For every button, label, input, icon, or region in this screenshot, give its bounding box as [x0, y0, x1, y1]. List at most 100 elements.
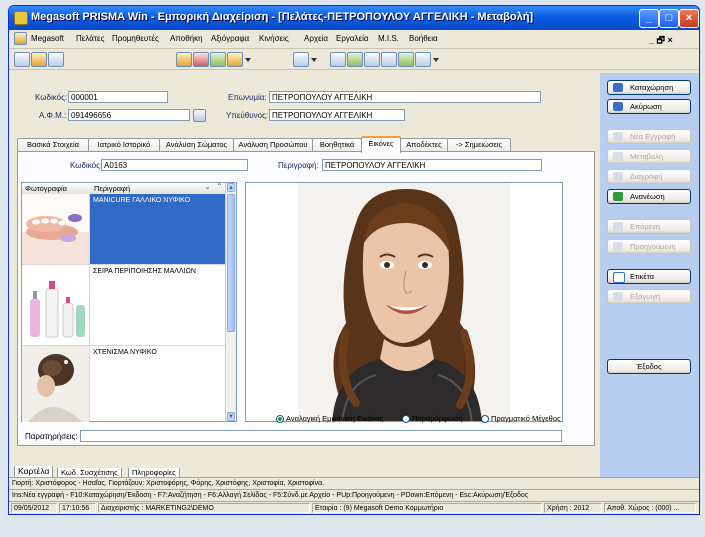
menu-customers[interactable]: Πελάτες — [76, 34, 104, 43]
info-icon[interactable] — [415, 52, 431, 67]
label-button[interactable]: Ετικέτα — [607, 269, 691, 284]
tab-images[interactable]: Εικόνες — [361, 136, 401, 153]
report-icon[interactable] — [176, 52, 192, 67]
mdi-child-icon — [14, 32, 27, 45]
menu-help[interactable]: Βοήθεια — [409, 34, 438, 43]
name-field[interactable]: ΠΕΤΡΟΠΟΥΛΟΥ ΑΓΓΕΛΙΚΗ — [269, 91, 541, 103]
nameday-bar: Γιορτή: Χριστόφορος - Ησαΐας. Γιορτάζουν… — [9, 477, 699, 489]
delete-button[interactable]: Διαγραφή — [607, 169, 691, 184]
exit-button[interactable]: Έξοδος — [607, 359, 691, 374]
shortcuts-bar: Ins:Νέα εγγραφή - F10:Καταχώρηση/Έκδοση … — [9, 489, 699, 501]
print-icon[interactable] — [193, 52, 209, 67]
radio-dot[interactable] — [481, 415, 489, 423]
bottom-tab-strip: Καρτέλα Κωδ. Συσχέτισης Πληροφορίες — [9, 446, 600, 480]
tab-face-analysis[interactable]: Ανάλυση Προσώπου — [233, 138, 313, 151]
mail-icon[interactable] — [398, 52, 414, 67]
tab-auxiliary[interactable]: Βοηθητικά — [312, 138, 362, 151]
afm-field[interactable]: 091496656 — [68, 109, 190, 121]
chevron-up-icon[interactable]: ⌃ — [216, 182, 223, 191]
chevron-down-icon[interactable] — [433, 58, 439, 62]
app-icon — [14, 11, 28, 25]
table-row[interactable]: ΣΕΙΡΑ ΠΕΡΙΠΟΙΗΣΗΣ ΜΑΛΛΙΩΝ — [22, 265, 226, 346]
search-icon[interactable] — [193, 109, 206, 122]
chart-icon[interactable] — [48, 52, 64, 67]
scroll-thumb[interactable] — [227, 194, 235, 332]
calc-icon[interactable] — [347, 52, 363, 67]
image-code-label: Κωδικός: — [70, 161, 103, 170]
maximize-button[interactable]: □ — [659, 9, 679, 28]
column-header-description[interactable]: Περιγραφή — [94, 184, 130, 193]
new-icon — [613, 132, 623, 141]
save-button[interactable]: Καταχώρηση — [607, 80, 691, 95]
chevron-down-icon[interactable] — [311, 58, 317, 62]
column-header-photo[interactable]: Φωτογραφία — [25, 184, 67, 193]
bridal-hair-thumbnail — [22, 346, 90, 422]
mdi-controls[interactable]: _ 🗗 × — [649, 33, 673, 49]
menu-megasoft[interactable]: Megasoft — [31, 34, 64, 43]
export-icon[interactable] — [210, 52, 226, 67]
tools-icon[interactable] — [227, 52, 243, 67]
radio-dot-checked[interactable] — [276, 415, 284, 423]
code-field[interactable]: 000001 — [68, 91, 168, 103]
tab-body-analysis[interactable]: Ανάλυση Σώματος — [159, 138, 234, 151]
tab-strip: Βασικά Στοιχεία Ιατρικό Ιστορικό Ανάλυση… — [17, 136, 595, 153]
tab-medical-history[interactable]: Ιατρικό Ιστορικό — [88, 138, 160, 151]
edit-button[interactable]: Μεταβολή — [607, 149, 691, 164]
notes-icon[interactable] — [381, 52, 397, 67]
status-bar: 09/05/2012 17:10:56 Διαχειριστής : MARKE… — [9, 501, 699, 514]
calendar-icon[interactable] — [364, 52, 380, 67]
manicure-thumbnail — [22, 194, 90, 264]
menu-tools[interactable]: Εργαλεία — [336, 34, 368, 43]
table-row[interactable]: ΧΤΕΝΙΣΜΑ ΝΥΦΙΚΟ — [22, 346, 226, 422]
table-row[interactable]: MANICURE ΓΑΛΛΙΚΟ ΝΥΦΙΚΟ — [22, 194, 226, 265]
refresh-button[interactable]: Ανανέωση — [607, 189, 691, 204]
next-button[interactable]: Επόμενη — [607, 219, 691, 234]
close-button[interactable]: × — [679, 9, 699, 28]
menu-warehouse[interactable]: Αποθήκη — [170, 34, 203, 43]
scroll-up-icon[interactable]: ▲ — [227, 183, 235, 192]
tab-notes[interactable]: -> Σημειώσεις — [447, 138, 511, 151]
menu-suppliers[interactable]: Προμηθευτές — [112, 34, 159, 43]
scroll-down-icon[interactable]: ▼ — [227, 412, 235, 421]
arrow-left-icon — [613, 242, 623, 251]
label-icon — [613, 272, 625, 283]
previous-button[interactable]: Προηγούμενη — [607, 239, 691, 254]
menu-transactions[interactable]: Κινήσεις — [259, 34, 289, 43]
minimize-button[interactable]: _ — [639, 9, 659, 28]
new-record-button[interactable]: Νέα Εγγραφή — [607, 129, 691, 144]
title-bar[interactable]: Megasoft PRISMA Win - Εμπορική Διαχείρισ… — [9, 6, 699, 30]
row-description: ΣΕΙΡΑ ΠΕΡΙΠΟΙΗΣΗΣ ΜΑΛΛΙΩΝ — [93, 268, 196, 275]
radio-actual-size[interactable]: Πραγματικό Μέγεθος — [481, 414, 561, 423]
edit-icon — [613, 152, 623, 161]
radio-stretch[interactable]: Παραμόρφωση — [402, 414, 463, 423]
remarks-field[interactable] — [80, 430, 562, 442]
cancel-button[interactable]: Ακύρωση — [607, 99, 691, 114]
save-icon[interactable] — [14, 52, 30, 67]
row-description: ΧΤΕΝΙΣΜΑ ΝΥΦΙΚΟ — [93, 349, 157, 356]
menu-mis[interactable]: M.I.S. — [378, 34, 399, 43]
selection-highlight — [90, 194, 226, 264]
radio-proportional[interactable]: Αναλογική Εμφάνιση Εικόνας — [276, 414, 383, 423]
tab-recipients[interactable]: Αποδέκτες — [400, 138, 448, 151]
export-button[interactable]: Εξαγωγή — [607, 289, 691, 304]
arrow-right-icon — [613, 222, 623, 231]
menu-securities[interactable]: Αξιόγραφα — [211, 34, 249, 43]
status-year: Χρήση : 2012 — [544, 503, 602, 513]
image-code-field[interactable]: A0163 — [101, 159, 248, 171]
window-icon[interactable] — [293, 52, 309, 67]
undo-icon — [613, 102, 623, 111]
chevron-down-icon[interactable]: ⌄ — [204, 182, 211, 191]
delete-icon — [613, 172, 623, 181]
responsible-field[interactable]: ΠΕΤΡΟΠΟΥΛΟΥ ΑΓΓΕΛΙΚΗ — [269, 109, 405, 121]
toolbar — [9, 49, 699, 70]
chevron-down-icon[interactable] — [245, 58, 251, 62]
menu-files[interactable]: Αρχεία — [304, 34, 328, 43]
status-warehouse: Αποθ. Χώρος : (000) ... — [604, 503, 696, 513]
tab-basic-info[interactable]: Βασικά Στοιχεία — [17, 138, 89, 151]
grid-icon[interactable] — [330, 52, 346, 67]
radio-dot[interactable] — [402, 415, 410, 423]
image-desc-field[interactable]: ΠΕΤΡΟΠΟΥΛΟΥ ΑΓΓΕΛΙΚΗ — [322, 159, 542, 171]
grid-scrollbar[interactable]: ▲ ▼ — [225, 183, 236, 421]
folder-icon[interactable] — [31, 52, 47, 67]
responsible-label: Υπεύθυνος: — [226, 111, 269, 120]
